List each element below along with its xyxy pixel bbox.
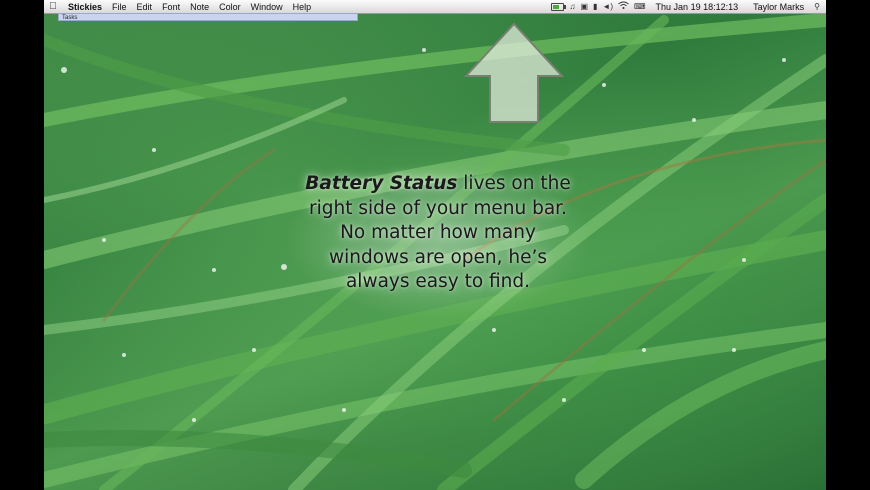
desktop-screen:  Stickies File Edit Font Note Color Win…: [44, 0, 826, 490]
caption-line-1-rest: lives on the: [457, 173, 571, 194]
apple-logo-icon[interactable]: : [44, 1, 62, 12]
menu-extras: ♫ ▣ ▮ ◄) ⌨ Thu Jan 19 18:12:13 Taylor Ma…: [551, 1, 826, 12]
caption-line-1: Battery Status lives on the: [268, 172, 608, 197]
volume-icon[interactable]: ◄): [602, 1, 613, 12]
display-icon[interactable]: ▣: [580, 1, 588, 12]
menu-app-name[interactable]: Stickies: [62, 2, 107, 12]
caption-app-name: Battery Status: [305, 173, 458, 194]
caption-line-2: right side of your menu bar.: [309, 197, 567, 219]
menu-window[interactable]: Window: [246, 2, 288, 12]
music-note-icon[interactable]: ♫: [569, 1, 575, 12]
up-arrow-icon: [464, 22, 564, 123]
menu-bar:  Stickies File Edit Font Note Color Win…: [44, 0, 826, 14]
menu-font[interactable]: Font: [157, 2, 185, 12]
caption-line-3: No matter how many: [340, 222, 536, 243]
monitor-icon[interactable]: ▮: [593, 1, 597, 12]
menu-color[interactable]: Color: [214, 2, 246, 12]
spotlight-search-icon[interactable]: ⚲: [814, 1, 820, 12]
wifi-icon[interactable]: [618, 1, 629, 12]
keyboard-icon[interactable]: ⌨: [634, 1, 646, 12]
caption-line-5: always easy to find.: [345, 271, 531, 292]
menu-help[interactable]: Help: [288, 2, 317, 12]
menu-clock[interactable]: Thu Jan 19 18:12:13: [651, 2, 744, 12]
battery-fill: [553, 4, 559, 9]
battery-icon[interactable]: [551, 2, 567, 11]
caption-line-4: windows are open, he’s: [328, 246, 548, 268]
menu-user[interactable]: Taylor Marks: [748, 2, 809, 12]
menu-edit[interactable]: Edit: [132, 2, 158, 12]
sticky-note-titlebar[interactable]: Tasks: [58, 13, 358, 21]
menu-file[interactable]: File: [107, 2, 132, 12]
battery-status-caption: Battery Status lives on the right side o…: [268, 172, 608, 295]
menu-note[interactable]: Note: [185, 2, 214, 12]
